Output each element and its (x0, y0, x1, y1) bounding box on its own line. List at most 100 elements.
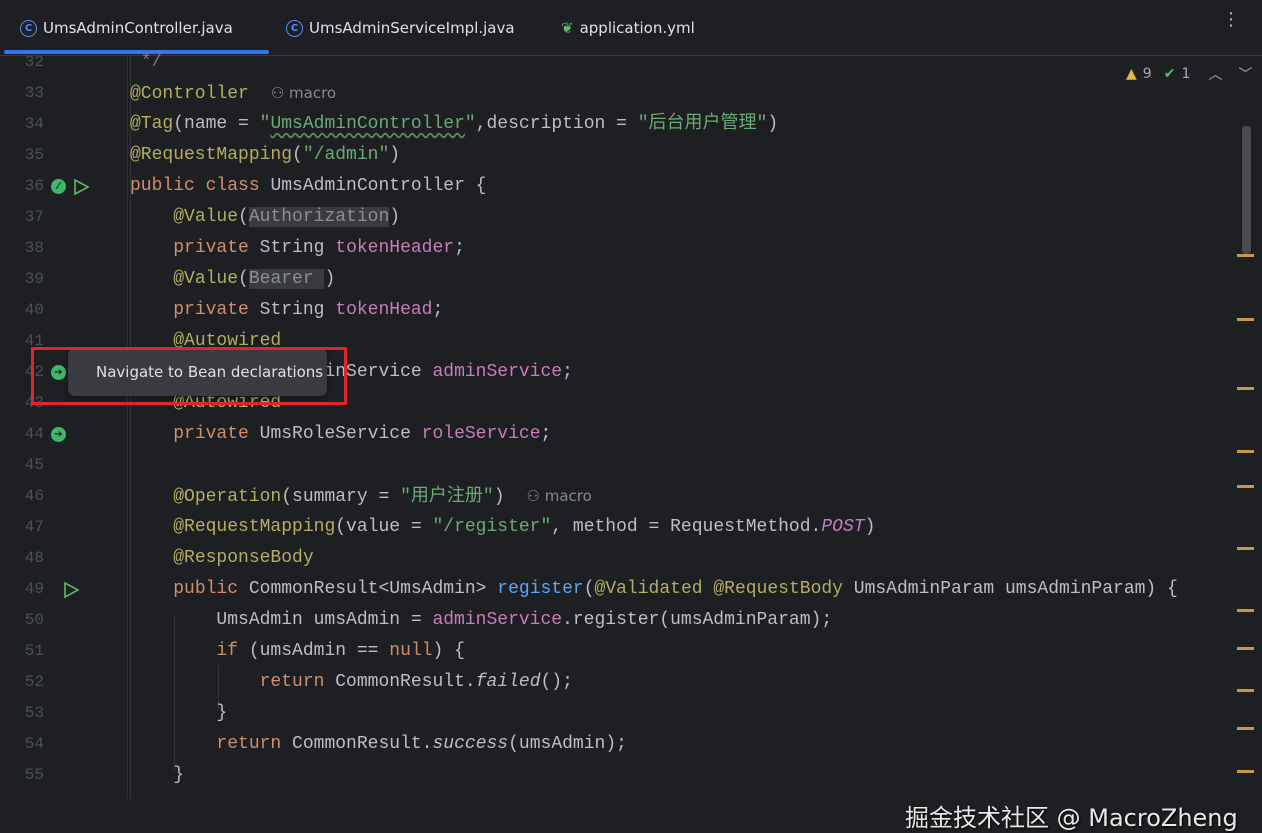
author-inlay-hint[interactable]: ⚇ macro (527, 487, 592, 505)
code-line: @Tag(name = "UmsAdminController",descrip… (130, 109, 778, 140)
code-token: UmsRoleService (259, 424, 422, 444)
code-token: UmsAdminParam umsAdminParam) { (853, 579, 1178, 599)
code-token: @Validated @RequestBody (594, 579, 854, 599)
code-token: , method = RequestMethod. (551, 517, 822, 537)
code-token: (umsAdmin); (508, 734, 627, 754)
code-token: Bearer (248, 269, 325, 289)
line-number: 45 (24, 456, 44, 474)
code-token: } (130, 703, 228, 723)
vertical-scrollbar[interactable] (1242, 126, 1251, 254)
spring-bean-icon[interactable]: ⁄ (51, 179, 66, 194)
error-stripe-marker (1237, 689, 1254, 692)
line-number: 37 (24, 208, 44, 226)
code-line: private UmsRoleService roleService; (130, 419, 551, 450)
watermark: 掘金技术社区 @ MacroZheng (905, 804, 1238, 832)
code-token: ,description = (475, 114, 638, 134)
line-number: 53 (24, 704, 44, 722)
line-number: 39 (24, 270, 44, 288)
code-line: @Value(Bearer ) (130, 264, 335, 295)
code-token: tokenHeader (335, 238, 455, 258)
class-icon: C (20, 19, 37, 37)
inspection-widget[interactable]: ▲ 9 ✔ 1 ︿ ﹀ (1126, 64, 1252, 84)
code-token: "/register" (432, 517, 552, 537)
code-line: public CommonResult<UmsAdmin> register(@… (130, 574, 1178, 605)
code-token: .register(umsAdminParam); (562, 610, 833, 630)
line-number: 49 (24, 580, 44, 598)
error-stripe-marker (1237, 547, 1254, 550)
tab-ums-admin-service-impl[interactable]: C UmsAdminServiceImpl.java (286, 0, 515, 56)
code-token: ) (493, 487, 505, 507)
error-stripe-marker (1237, 450, 1254, 453)
line-number: 51 (24, 642, 44, 660)
error-stripe-marker (1237, 770, 1254, 773)
line-number: 46 (24, 487, 44, 505)
line-number: 38 (24, 239, 44, 257)
navigate-to-bean-icon[interactable]: ➔ (51, 427, 66, 442)
code-token: @ResponseBody (173, 548, 314, 568)
code-token: private (173, 300, 260, 320)
line-number: 48 (24, 549, 44, 567)
code-token: (); (540, 672, 573, 692)
code-token: @Controller (130, 84, 249, 104)
code-token: adminService (432, 610, 563, 630)
code-token: CommonResult. (292, 734, 433, 754)
code-token: ( (238, 269, 249, 289)
error-stripe-marker (1237, 647, 1254, 650)
code-line: public class UmsAdminController { (130, 171, 486, 202)
code-token: return (259, 672, 336, 692)
code-token: @Tag (130, 114, 174, 134)
code-token: String (259, 300, 336, 320)
typo-check-icon: ✔ (1163, 66, 1176, 82)
run-icon[interactable] (72, 178, 90, 196)
line-number: 44 (24, 425, 44, 443)
line-number: 33 (24, 84, 44, 102)
code-token: "/admin" (302, 145, 390, 165)
next-highlight-icon[interactable]: ﹀ (1238, 64, 1252, 84)
code-line: @ResponseBody (130, 543, 314, 574)
code-token: @Value (173, 207, 239, 227)
code-editor[interactable]: 32 */ 33 @Controller ⚇ macro 34 @Tag(name = "… (0, 52, 1262, 832)
author-inlay-hint[interactable]: ⚇ macro (271, 84, 336, 102)
code-line: if (umsAdmin == null) { (130, 636, 464, 667)
code-token: @Value (173, 269, 239, 289)
line-number: 55 (24, 766, 44, 784)
code-line: } (130, 760, 184, 791)
code-token: Authorization (248, 207, 390, 227)
code-token: (summary = (281, 487, 401, 507)
error-stripe-marker (1237, 485, 1254, 488)
code-line: @Value(Authorization) (130, 202, 400, 233)
class-icon: C (286, 19, 303, 37)
typo-count: 1 (1181, 66, 1191, 82)
line-number: 35 (24, 146, 44, 164)
run-icon[interactable] (62, 581, 80, 599)
code-token: ; (454, 238, 465, 258)
code-token: ; (540, 424, 552, 444)
tab-ums-admin-controller[interactable]: C UmsAdminController.java (20, 0, 233, 56)
spring-leaf-icon: ❦ (561, 19, 574, 37)
code-token: ( (238, 207, 249, 227)
code-token: ( (292, 145, 303, 165)
previous-highlight-icon[interactable]: ︿ (1208, 64, 1222, 84)
code-line: UmsAdmin umsAdmin = adminService.registe… (130, 605, 832, 636)
editor-tab-bar: C UmsAdminController.java C UmsAdminServ… (0, 0, 1262, 56)
code-token: tokenHead (335, 300, 433, 320)
code-token: adminService (432, 362, 563, 382)
tab-label: UmsAdminController.java (43, 19, 233, 37)
tab-application-yml[interactable]: ❦ application.yml (561, 0, 695, 56)
code-token: ) (864, 517, 876, 537)
line-number: 34 (24, 115, 44, 133)
code-token: CommonResult. (335, 672, 476, 692)
code-token: " (464, 114, 476, 134)
more-options-icon[interactable]: ⋮ (1222, 11, 1240, 29)
code-token: */ (130, 52, 163, 72)
code-token: ) (324, 269, 336, 289)
code-token: "后台用户管理" (637, 114, 768, 134)
code-line: return CommonResult.success(umsAdmin); (130, 729, 627, 760)
code-token: ; (562, 362, 573, 382)
error-stripe-marker (1237, 609, 1254, 612)
line-number: 54 (24, 735, 44, 753)
code-token: (umsAdmin == (248, 641, 390, 661)
